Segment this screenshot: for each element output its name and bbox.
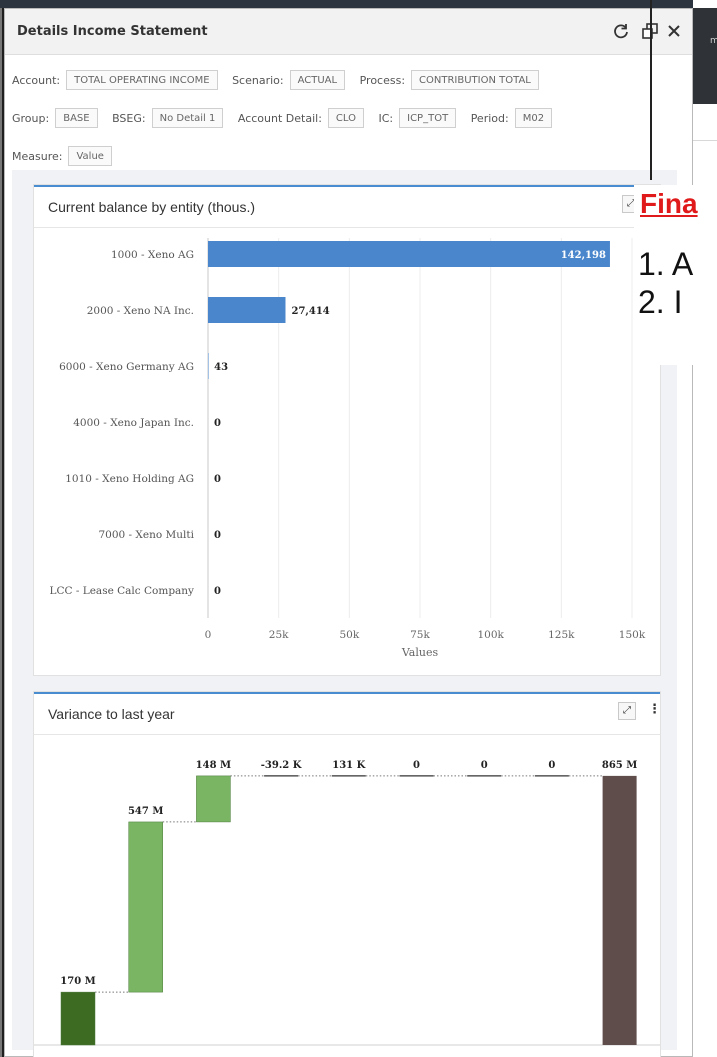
close-icon[interactable] bbox=[665, 22, 683, 40]
filter-value-process[interactable]: CONTRIBUTION TOTAL bbox=[411, 70, 539, 90]
data-label: 142,198 bbox=[561, 250, 606, 261]
bar bbox=[60, 991, 96, 1046]
x-tick-label: 75k bbox=[410, 629, 430, 641]
filter-value-scenario[interactable]: ACTUAL bbox=[289, 70, 346, 90]
filter-label-group: Group: bbox=[12, 111, 50, 125]
filter-row-2: Group: BASE BSEG: No Detail 1 Account Deta… bbox=[12, 108, 563, 130]
x-tick-label: 0 bbox=[205, 629, 212, 641]
category-label: 1010 - Xeno Holding AG bbox=[65, 473, 194, 485]
data-label: 170 M bbox=[60, 976, 95, 987]
x-tick-label: 150k bbox=[619, 629, 646, 641]
category-label: 1000 - Xeno AG bbox=[111, 249, 194, 261]
background-toolbar bbox=[693, 8, 717, 104]
bar bbox=[208, 241, 610, 267]
dialog-header: Details Income Statement bbox=[5, 9, 692, 55]
data-label: -39.2 K bbox=[261, 760, 302, 771]
bar bbox=[602, 775, 637, 1045]
background-app bbox=[693, 0, 717, 1057]
chart-title: Variance to last year bbox=[48, 706, 175, 722]
data-label: 0 bbox=[413, 760, 420, 771]
filter-row-1: Account: TOTAL OPERATING INCOME Scenario:… bbox=[12, 70, 550, 92]
data-label: 0 bbox=[214, 586, 221, 597]
data-label: 0 bbox=[481, 760, 488, 771]
filter-value-measure[interactable]: Value bbox=[68, 146, 112, 166]
refresh-icon[interactable] bbox=[612, 22, 630, 40]
annotation-item: 2. I bbox=[638, 284, 683, 320]
filter-label-process: Process: bbox=[359, 73, 406, 87]
filter-value-bseg[interactable]: No Detail 1 bbox=[151, 108, 224, 128]
chart-panel-balance: Current balance by entity (thous.) ⤢ ⋮ 0… bbox=[34, 185, 660, 675]
category-label: LCC - Lease Calc Company bbox=[49, 585, 194, 597]
data-label: 0 bbox=[214, 474, 221, 485]
filter-label-measure: Measure: bbox=[12, 149, 63, 163]
filter-value-account-detail[interactable]: CLO bbox=[327, 108, 364, 128]
filter-label-period: Period: bbox=[470, 111, 509, 125]
data-label: 27,414 bbox=[291, 306, 329, 317]
background-divider bbox=[693, 140, 717, 141]
annotation-connector-line bbox=[650, 0, 652, 180]
data-label: 865 M bbox=[602, 760, 637, 771]
data-label: 0 bbox=[548, 760, 555, 771]
filter-value-group[interactable]: BASE bbox=[55, 108, 98, 128]
filter-value-period[interactable]: M02 bbox=[514, 108, 553, 128]
filter-label-bseg: BSEG: bbox=[112, 111, 146, 125]
x-tick-label: 100k bbox=[477, 629, 504, 641]
data-label: 0 bbox=[214, 418, 221, 429]
filter-row-3: Measure: Value bbox=[12, 146, 123, 168]
filter-label-ic: IC: bbox=[378, 111, 394, 125]
balance-bar-chart: 0 25k 50k 75k 100k 125k 150k Values 1000 - Xeno … bbox=[49, 238, 646, 659]
x-tick-label: 125k bbox=[548, 629, 575, 641]
filter-label-account-detail: Account Detail: bbox=[237, 111, 322, 125]
category-label: 7000 - Xeno Multi bbox=[98, 529, 194, 541]
bar bbox=[208, 353, 209, 379]
dialog-title: Details Income Statement bbox=[17, 24, 208, 39]
category-label: 6000 - Xeno Germany AG bbox=[59, 361, 194, 373]
bar bbox=[208, 297, 286, 323]
background-toolbar-text: ma bbox=[710, 36, 717, 46]
filter-label-account: Account: bbox=[12, 73, 61, 87]
category-label: 2000 - Xeno NA Inc. bbox=[87, 305, 194, 317]
x-axis-label: Values bbox=[401, 646, 439, 659]
annotation-item: 1. A bbox=[638, 246, 694, 282]
filter-value-account[interactable]: TOTAL OPERATING INCOME bbox=[66, 70, 218, 90]
chart-title: Current balance by entity (thous.) bbox=[48, 199, 255, 215]
x-tick-label: 50k bbox=[339, 629, 359, 641]
bar bbox=[196, 775, 231, 823]
data-label: 131 K bbox=[332, 760, 365, 771]
data-label: 43 bbox=[214, 362, 228, 373]
variance-waterfall-chart: 170 M 547 M 148 M -39.2 K 131 K 0 0 0 865 M bbox=[34, 760, 660, 1046]
background-window-edge bbox=[0, 8, 2, 1057]
data-label: 547 M bbox=[128, 806, 163, 817]
data-label: 148 M bbox=[196, 760, 231, 771]
chart-panel-variance: Variance to last year ⤢ ⋮ 170 M 547 M 148 … bbox=[34, 692, 661, 1057]
data-label: 0 bbox=[214, 530, 221, 541]
bar bbox=[128, 821, 163, 993]
filter-label-scenario: Scenario: bbox=[232, 73, 284, 87]
filter-value-ic[interactable]: ICP_TOT bbox=[399, 108, 457, 128]
category-label: 4000 - Xeno Japan Inc. bbox=[73, 417, 194, 429]
expand-icon[interactable]: ⤢ bbox=[618, 702, 636, 720]
background-top-strip bbox=[0, 0, 717, 8]
annotation-title: Fina bbox=[640, 188, 698, 219]
x-tick-label: 25k bbox=[269, 629, 289, 641]
more-options-icon[interactable]: ⋮ bbox=[648, 702, 661, 717]
